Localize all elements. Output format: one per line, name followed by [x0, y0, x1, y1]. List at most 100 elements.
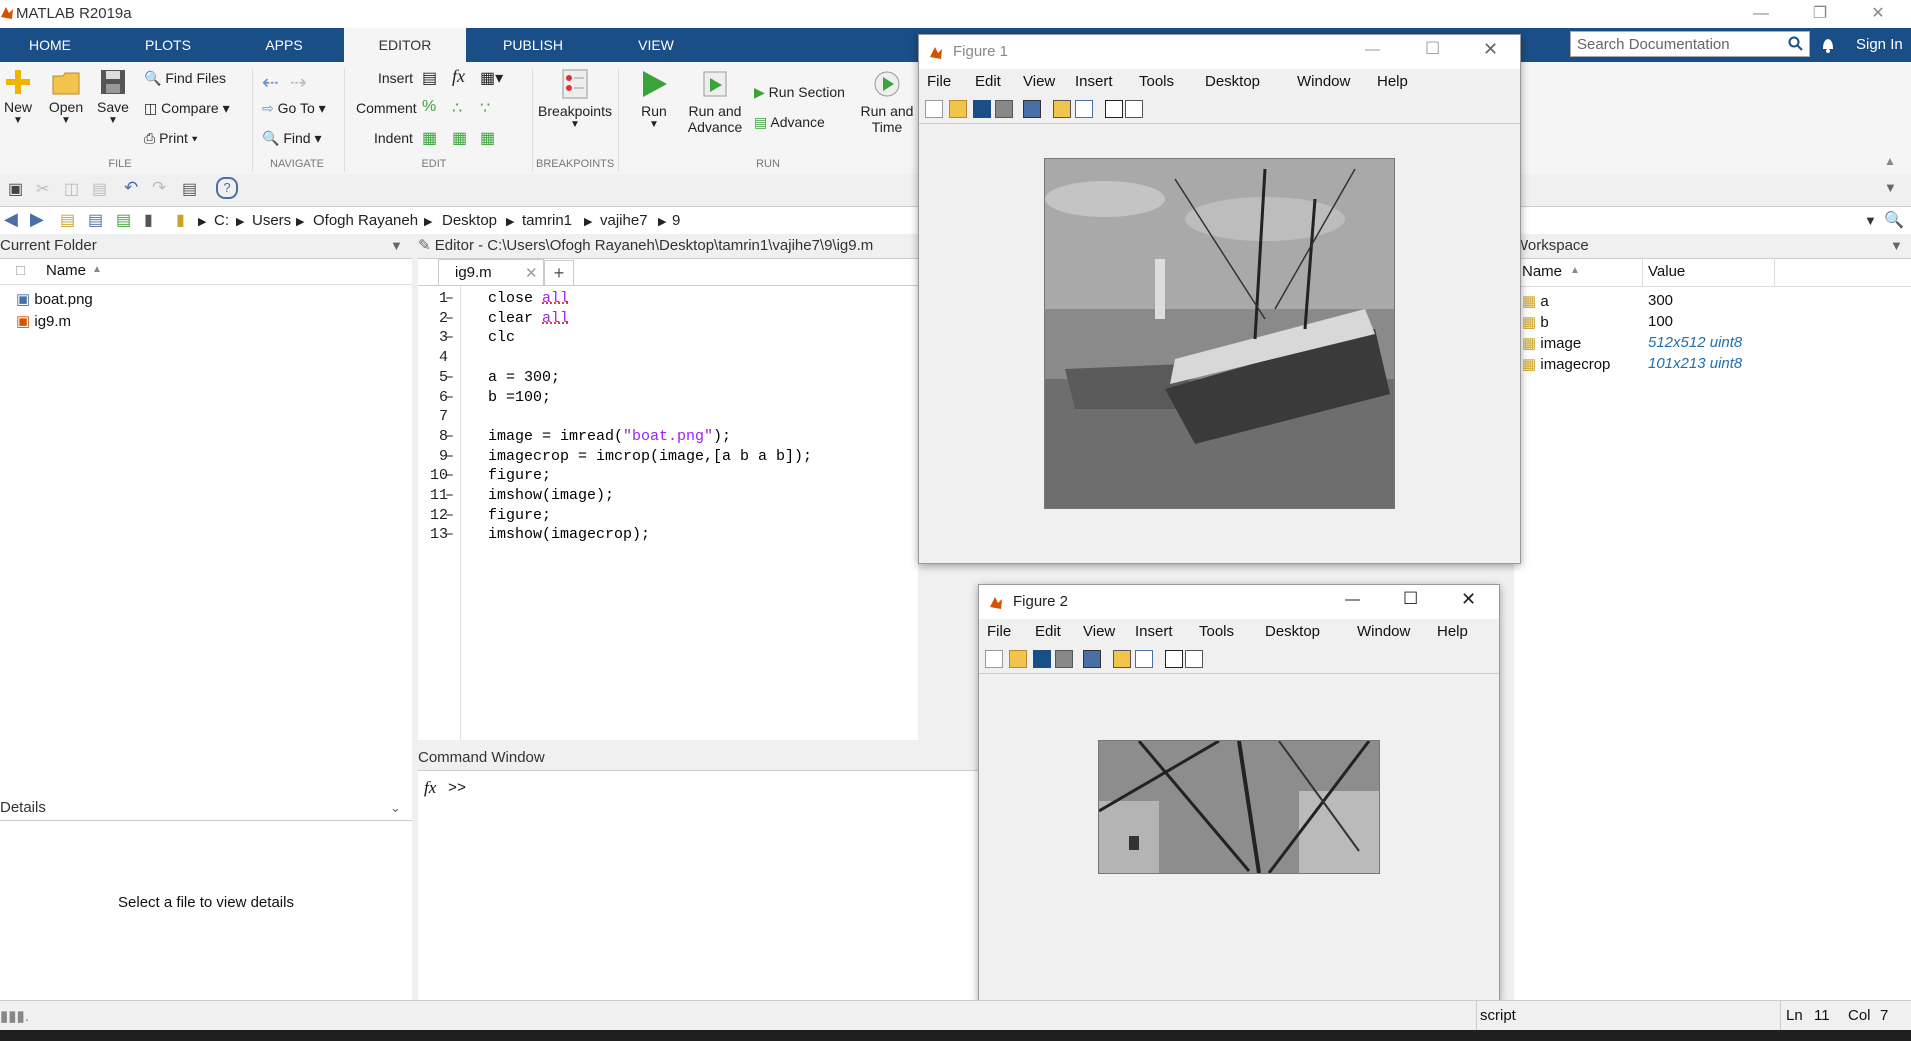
- menu-window[interactable]: Window: [1357, 623, 1410, 640]
- table-row[interactable]: ▦ imagecrop 101x213 uint8: [1522, 355, 1742, 373]
- breadcrumb-item[interactable]: Ofogh Rayaneh: [313, 212, 418, 229]
- legend-icon[interactable]: [1075, 100, 1093, 118]
- breakpoints-button[interactable]: Breakpoints ▼: [538, 68, 612, 130]
- menu-insert[interactable]: Insert: [1135, 623, 1173, 640]
- tab-plots[interactable]: PLOTS: [110, 28, 226, 62]
- code-line[interactable]: figure;: [488, 467, 551, 484]
- close-button[interactable]: ✕: [1858, 2, 1898, 26]
- insert-function-icon[interactable]: ▦▾: [480, 68, 503, 88]
- new-figure-icon[interactable]: [925, 100, 943, 118]
- property-editor-icon[interactable]: [1185, 650, 1203, 668]
- forward-arrow-icon[interactable]: ⇢: [290, 70, 307, 95]
- folder-column-header[interactable]: □ Name ▲: [0, 258, 412, 285]
- indent-more-icon[interactable]: ▦: [452, 128, 467, 148]
- minimize-button[interactable]: —: [1365, 41, 1380, 58]
- maximize-button[interactable]: ☐: [1403, 589, 1418, 609]
- up-folder-icon[interactable]: ▤: [60, 210, 75, 230]
- menu-edit[interactable]: Edit: [1035, 623, 1061, 640]
- collapse-ribbon-icon[interactable]: ▲: [1884, 154, 1896, 168]
- table-row[interactable]: ▦ image 512x512 uint8: [1522, 334, 1742, 352]
- copy-icon[interactable]: ◫: [64, 179, 79, 199]
- menu-file[interactable]: File: [927, 73, 951, 90]
- code-line[interactable]: figure;: [488, 507, 551, 524]
- menu-insert[interactable]: Insert: [1075, 73, 1113, 90]
- code-line[interactable]: a = 300;: [488, 369, 560, 386]
- indent-button[interactable]: Indent: [374, 130, 413, 146]
- uncomment-icon[interactable]: ∴: [452, 98, 462, 118]
- colorbar-icon[interactable]: [1113, 650, 1131, 668]
- run-and-advance-button[interactable]: Run and Advance: [686, 68, 744, 135]
- wrap-comment-icon[interactable]: ∵: [480, 98, 490, 118]
- menu-desktop[interactable]: Desktop: [1265, 623, 1320, 640]
- menu-desktop[interactable]: Desktop: [1205, 73, 1260, 90]
- breakpoint-marker[interactable]: –: [438, 290, 454, 307]
- print-figure-icon[interactable]: [1055, 650, 1073, 668]
- close-button[interactable]: ✕: [1461, 589, 1476, 610]
- save-icon[interactable]: ▣: [8, 179, 23, 199]
- code-line[interactable]: clear all: [488, 310, 569, 327]
- search-documentation-input[interactable]: Search Documentation: [1570, 31, 1810, 57]
- minimize-button[interactable]: —: [1345, 591, 1360, 608]
- run-section-button[interactable]: ▶ Run Section: [754, 84, 845, 101]
- search-folder-icon[interactable]: 🔍: [1884, 210, 1904, 230]
- fx-icon[interactable]: fx: [452, 66, 465, 87]
- comment-button[interactable]: Comment: [356, 100, 417, 116]
- figure-1-titlebar[interactable]: Figure 1 — ☐ ✕: [919, 35, 1520, 69]
- code-line[interactable]: close all: [488, 290, 569, 307]
- open-file-icon[interactable]: [949, 100, 967, 118]
- tab-home[interactable]: HOME: [0, 28, 100, 62]
- panel-menu-icon[interactable]: ▼: [1890, 234, 1903, 258]
- minimize-button[interactable]: —: [1741, 2, 1781, 26]
- workspace-column-header[interactable]: Name ▲ Value: [1514, 258, 1911, 287]
- goto-button[interactable]: ⇨ Go To ▾: [262, 100, 326, 117]
- run-and-time-button[interactable]: Run and Time: [860, 68, 914, 135]
- maximize-button[interactable]: ☐: [1425, 39, 1440, 59]
- chevron-down-icon[interactable]: ⌄: [390, 796, 401, 820]
- print-figure-icon[interactable]: [995, 100, 1013, 118]
- save-figure-icon[interactable]: [1033, 650, 1051, 668]
- menu-help[interactable]: Help: [1437, 623, 1468, 640]
- path-dropdown-icon[interactable]: ▼: [1864, 213, 1877, 228]
- code-line[interactable]: image = imread("boat.png");: [488, 428, 731, 445]
- insert-section-icon[interactable]: ▤: [422, 68, 437, 88]
- breakpoint-marker[interactable]: –: [438, 526, 454, 543]
- drive-icon[interactable]: ▮: [144, 210, 153, 230]
- forward-icon[interactable]: ▶: [30, 209, 44, 230]
- new-tab-plus-icon[interactable]: +: [544, 260, 574, 286]
- toolbar-dropdown-icon[interactable]: ▼: [1884, 180, 1897, 195]
- close-button[interactable]: ✕: [1483, 39, 1498, 60]
- breakpoint-marker[interactable]: –: [438, 507, 454, 524]
- tab-view[interactable]: VIEW: [604, 28, 708, 62]
- editor-tab[interactable]: ig9.m ✕: [438, 259, 544, 286]
- path-icon[interactable]: ▤: [116, 210, 131, 230]
- code-line[interactable]: imagecrop = imcrop(image,[a b a b]);: [488, 448, 812, 465]
- browse-folder-icon[interactable]: ▤: [88, 210, 103, 230]
- open-file-icon[interactable]: [1009, 650, 1027, 668]
- close-tab-icon[interactable]: ✕: [525, 264, 538, 282]
- menu-tools[interactable]: Tools: [1139, 73, 1174, 90]
- open-button[interactable]: Open ▼: [48, 68, 84, 126]
- list-item[interactable]: ▣ ig9.m: [16, 312, 71, 330]
- breadcrumb-item[interactable]: vajihe7: [600, 212, 648, 229]
- pointer-arrow-icon[interactable]: [1105, 100, 1123, 118]
- menu-view[interactable]: View: [1023, 73, 1055, 90]
- insert-button[interactable]: Insert: [378, 70, 413, 86]
- bell-icon[interactable]: [1820, 36, 1836, 54]
- link-plot-icon[interactable]: [1083, 650, 1101, 668]
- panel-menu-icon[interactable]: ▼: [390, 234, 403, 258]
- legend-icon[interactable]: [1135, 650, 1153, 668]
- breakpoint-marker[interactable]: –: [438, 428, 454, 445]
- colorbar-icon[interactable]: [1053, 100, 1071, 118]
- back-arrow-icon[interactable]: ⇠: [262, 70, 279, 95]
- redo-icon[interactable]: ↷: [152, 178, 166, 198]
- property-editor-icon[interactable]: [1125, 100, 1143, 118]
- breakpoint-marker[interactable]: –: [438, 487, 454, 504]
- save-figure-icon[interactable]: [973, 100, 991, 118]
- table-row[interactable]: ▦ a 300: [1522, 292, 1673, 310]
- compare-button[interactable]: ◫ Compare ▾: [144, 100, 230, 117]
- breadcrumb-item[interactable]: tamrin1: [522, 212, 572, 229]
- save-button[interactable]: Save ▼: [96, 68, 130, 126]
- menu-help[interactable]: Help: [1377, 73, 1408, 90]
- indent-less-icon[interactable]: ▦: [480, 128, 495, 148]
- breadcrumb-item[interactable]: Desktop: [442, 212, 497, 229]
